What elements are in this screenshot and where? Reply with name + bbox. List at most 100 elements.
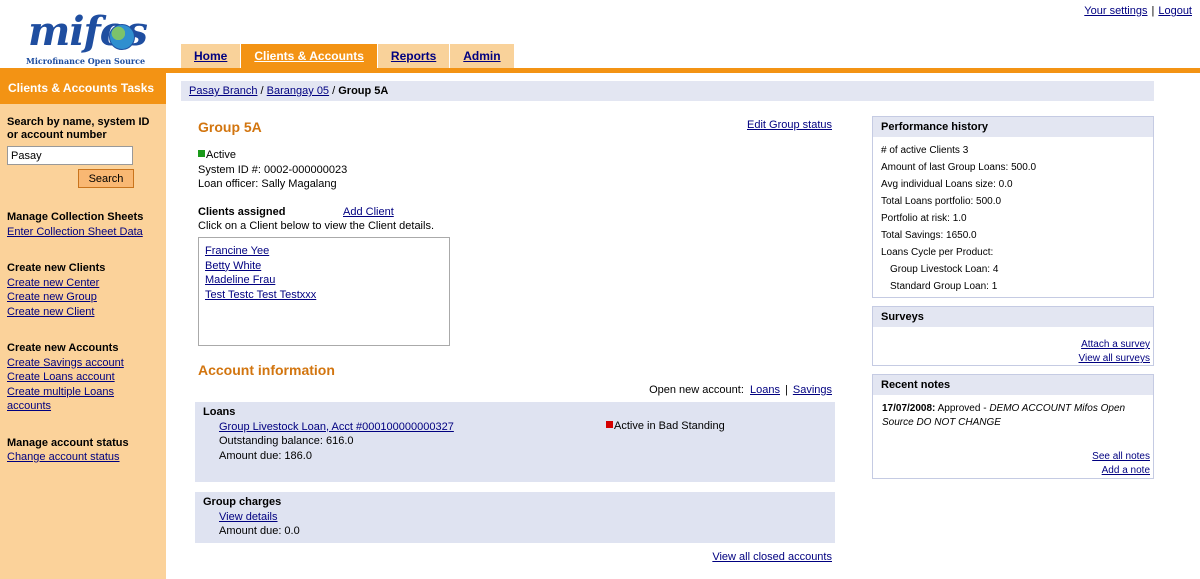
sidebar: Clients & Accounts Tasks Search by name,… — [0, 73, 166, 579]
breadcrumb: Pasay Branch / Barangay 05 / Group 5A — [181, 81, 1154, 101]
tab-reports[interactable]: Reports — [377, 44, 451, 68]
search-input[interactable] — [7, 146, 133, 165]
collection-sheets-heading: Manage Collection Sheets — [7, 211, 144, 223]
loans-heading: Loans — [203, 406, 236, 418]
clients-hint: Click on a Client below to view the Clie… — [198, 220, 435, 232]
client-link[interactable]: Betty White — [205, 259, 443, 274]
open-new-account-label: Open new account: — [649, 384, 744, 396]
performance-history-body: # of active Clients 3 Amount of last Gro… — [873, 137, 1153, 300]
new-accounts-heading: Create new Accounts — [7, 342, 119, 354]
loans-section: Loans Group Livestock Loan, Acct #000100… — [195, 402, 835, 482]
surveys-panel: Surveys Attach a survey View all surveys — [872, 306, 1154, 366]
breadcrumb-current: Group 5A — [338, 85, 389, 97]
sidebar-title: Clients & Accounts Tasks — [0, 73, 166, 104]
attach-survey-link[interactable]: Attach a survey — [1078, 338, 1150, 352]
edit-group-status-link[interactable]: Edit Group status — [747, 119, 832, 131]
create-multiple-loans-link[interactable]: Create multiple Loans accounts — [7, 385, 159, 414]
page-title: Group 5A — [198, 119, 262, 135]
perf-line: Loans Cycle per Product: — [881, 247, 994, 258]
logo-tagline: Microfinance Open Source — [26, 56, 146, 66]
bad-standing-status-icon — [606, 421, 613, 428]
account-status-section: Manage account status Change account sta… — [7, 436, 159, 465]
search-label: Search by name, system ID or account num… — [7, 116, 150, 141]
mifos-logo[interactable]: mifos Microfinance Open Source — [26, 10, 156, 68]
clients-assigned-heading: Clients assigned — [198, 206, 286, 218]
create-center-link[interactable]: Create new Center — [7, 276, 159, 291]
recent-notes-title: Recent notes — [873, 375, 1153, 395]
open-new-separator: | — [785, 384, 788, 396]
client-link[interactable]: Test Testc Test Testxxx — [205, 288, 443, 303]
globe-icon — [109, 24, 135, 50]
main-nav-tabs: Home Clients & Accounts Reports Admin — [181, 44, 515, 68]
open-savings-link[interactable]: Savings — [793, 384, 832, 396]
new-accounts-section: Create new Accounts Create Savings accou… — [7, 341, 159, 414]
open-loans-link[interactable]: Loans — [750, 384, 780, 396]
perf-line: Total Loans portfolio: 500.0 — [881, 196, 1002, 207]
create-savings-link[interactable]: Create Savings account — [7, 356, 159, 371]
search-button[interactable]: Search — [78, 169, 134, 188]
charges-amount-due: Amount due: 0.0 — [219, 525, 300, 537]
status-text: Active — [206, 149, 236, 161]
note-entry: 17/07/2008: Approved - DEMO ACCOUNT Mifo… — [873, 395, 1153, 437]
loan-cycle-line: Group Livestock Loan: 4 — [890, 264, 999, 275]
performance-history-panel: Performance history # of active Clients … — [872, 116, 1154, 298]
perf-line: Portfolio at risk: 1.0 — [881, 213, 967, 224]
account-status-heading: Manage account status — [7, 436, 129, 449]
loan-cycle-line: Standard Group Loan: 1 — [890, 281, 998, 292]
create-client-link[interactable]: Create new Client — [7, 305, 159, 320]
header-divider — [0, 68, 1200, 73]
surveys-links: Attach a survey View all surveys — [1078, 338, 1150, 366]
note-date: 17/07/2008: — [882, 403, 936, 414]
note-text: Approved - — [935, 403, 990, 414]
group-details: Active System ID #: 0002-000000023 Loan … — [198, 148, 347, 192]
client-link[interactable]: Francine Yee — [205, 244, 443, 259]
system-id: System ID #: 0002-000000023 — [198, 163, 348, 176]
loan-status: Active in Bad Standing — [606, 419, 725, 434]
active-status-icon — [198, 150, 205, 157]
collection-sheets-section: Manage Collection Sheets Enter Collectio… — [7, 210, 159, 239]
loan-officer: Loan officer: Sally Magalang — [198, 178, 337, 190]
new-clients-heading: Create new Clients — [7, 262, 106, 274]
view-all-surveys-link[interactable]: View all surveys — [1078, 352, 1150, 366]
outstanding-balance: Outstanding balance: 616.0 — [219, 435, 354, 447]
tab-home[interactable]: Home — [181, 44, 242, 68]
change-account-status-link[interactable]: Change account status — [7, 450, 159, 465]
performance-history-title: Performance history — [873, 117, 1153, 137]
perf-line: Amount of last Group Loans: 500.0 — [881, 162, 1037, 173]
recent-notes-panel: Recent notes 17/07/2008: Approved - DEMO… — [872, 374, 1154, 479]
top-links: Your settings | Logout — [1084, 5, 1192, 17]
create-loans-link[interactable]: Create Loans account — [7, 370, 159, 385]
view-charges-details-link[interactable]: View details — [219, 511, 278, 523]
clients-list: Francine Yee Betty White Madeline Frau T… — [198, 237, 450, 346]
client-link[interactable]: Madeline Frau — [205, 273, 443, 288]
group-charges-heading: Group charges — [203, 496, 282, 508]
see-all-notes-link[interactable]: See all notes — [1092, 450, 1150, 464]
status-row: Active — [198, 148, 347, 163]
account-information-title: Account information — [198, 362, 335, 378]
tab-clients-accounts[interactable]: Clients & Accounts — [241, 44, 378, 68]
tab-admin[interactable]: Admin — [450, 44, 515, 68]
perf-line: # of active Clients 3 — [881, 145, 969, 156]
your-settings-link[interactable]: Your settings — [1084, 5, 1147, 17]
notes-links: See all notes Add a note — [1092, 450, 1150, 478]
surveys-title: Surveys — [873, 307, 1153, 327]
loan-amount-due: Amount due: 186.0 — [219, 449, 312, 462]
top-links-separator: | — [1151, 5, 1155, 17]
enter-collection-sheet-link[interactable]: Enter Collection Sheet Data — [7, 225, 159, 240]
loan-account-link[interactable]: Group Livestock Loan, Acct #000100000000… — [219, 421, 454, 433]
perf-line: Total Savings: 1650.0 — [881, 230, 977, 241]
breadcrumb-separator: / — [260, 85, 264, 97]
logout-link[interactable]: Logout — [1158, 5, 1192, 17]
add-note-link[interactable]: Add a note — [1092, 464, 1150, 478]
create-group-link[interactable]: Create new Group — [7, 290, 159, 305]
breadcrumb-center[interactable]: Barangay 05 — [267, 85, 329, 97]
view-closed-accounts-link[interactable]: View all closed accounts — [712, 551, 832, 563]
header: mifos Microfinance Open Source Your sett… — [0, 0, 1200, 68]
clients-assigned-header: Clients assigned Add Client Click on a Cl… — [198, 205, 434, 233]
open-new-account: Open new account: Loans | Savings — [649, 384, 832, 396]
group-charges-section: Group charges View details Amount due: 0… — [195, 492, 835, 543]
add-client-link[interactable]: Add Client — [343, 206, 394, 218]
new-clients-section: Create new Clients Create new Center Cre… — [7, 261, 159, 319]
loan-status-text: Active in Bad Standing — [614, 420, 725, 432]
breadcrumb-branch[interactable]: Pasay Branch — [189, 85, 257, 97]
